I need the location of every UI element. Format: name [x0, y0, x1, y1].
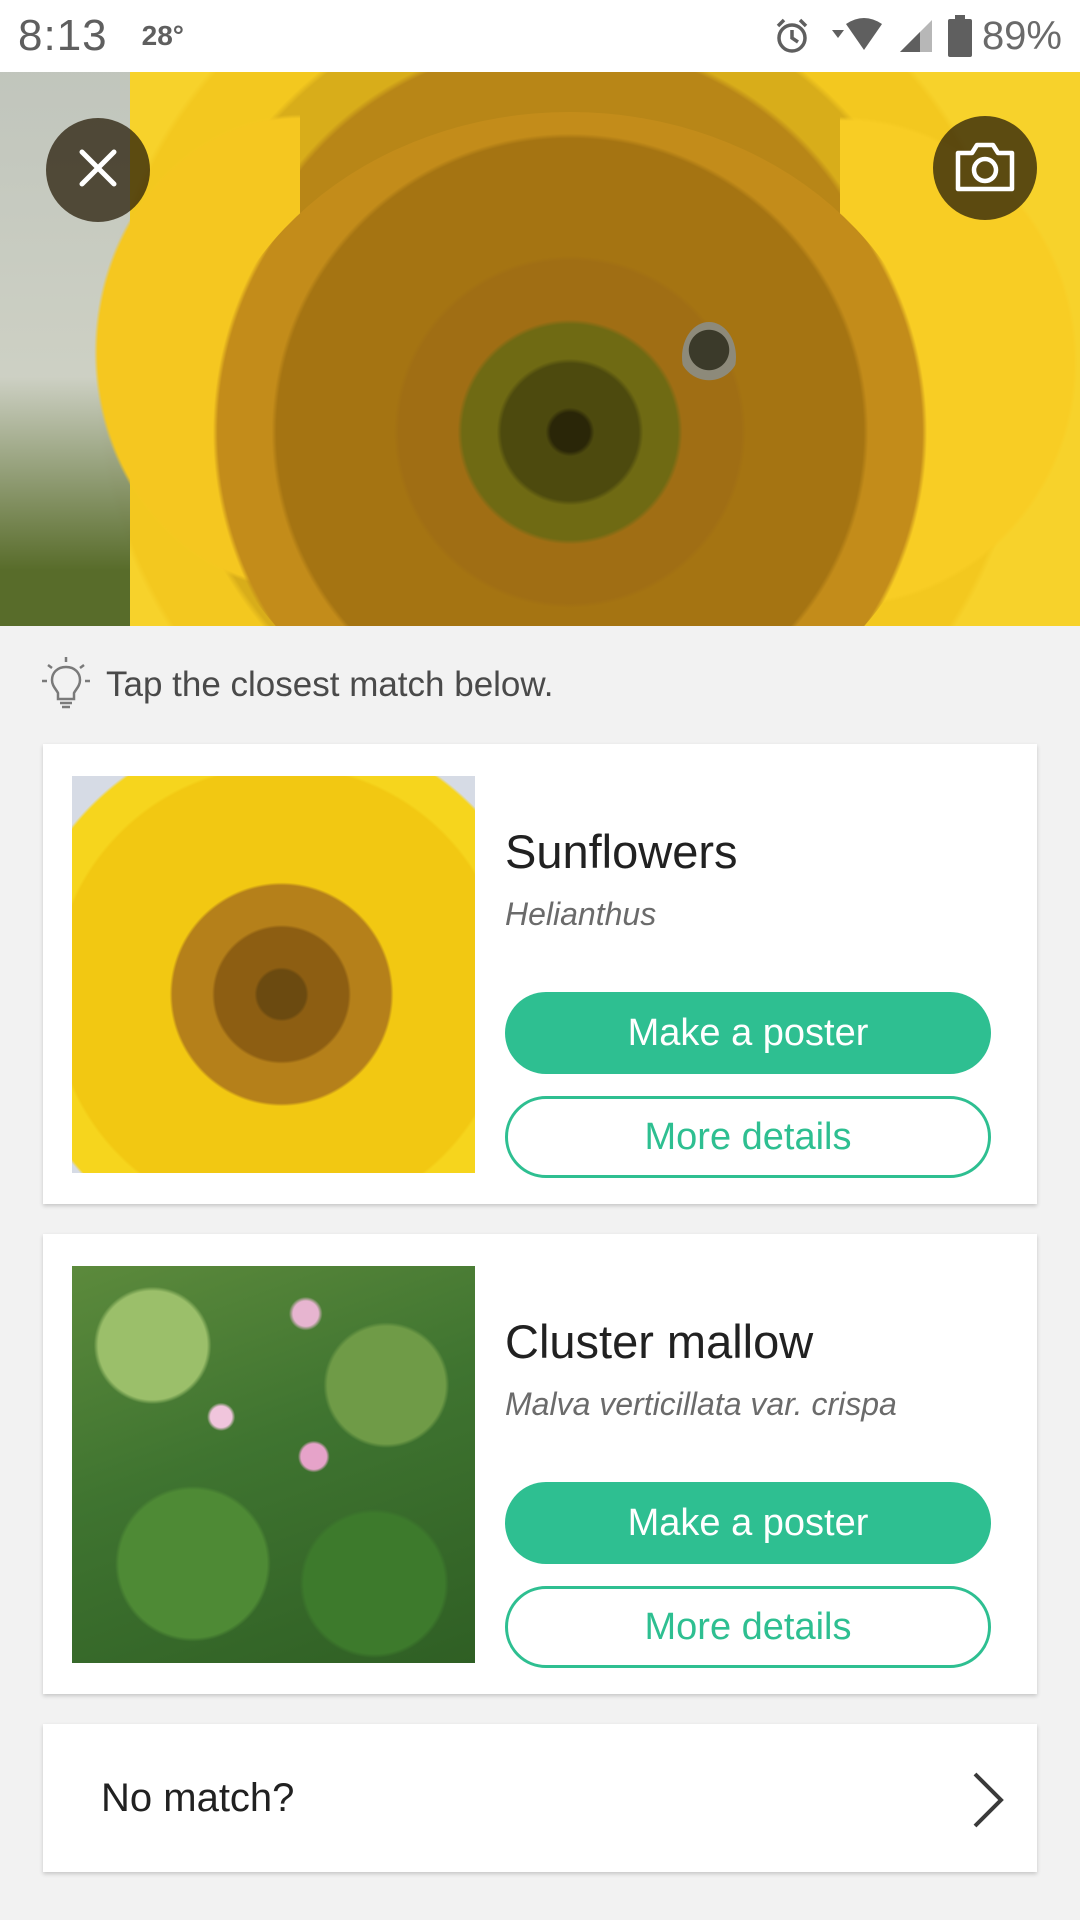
status-temperature: 28° [141, 20, 184, 51]
match-card-sunflowers[interactable]: Sunflowers Helianthus Make a poster More… [43, 744, 1037, 1204]
camera-icon [954, 139, 1016, 198]
match-thumbnail [72, 776, 475, 1173]
match-scientific-name: Malva verticillata var. crispa [505, 1386, 897, 1422]
make-poster-button[interactable]: Make a poster [505, 1482, 991, 1564]
no-match-row[interactable]: No match? [43, 1724, 1037, 1872]
more-details-button[interactable]: More details [505, 1586, 991, 1668]
more-details-button[interactable]: More details [505, 1096, 991, 1178]
camera-button[interactable] [933, 116, 1037, 220]
photo-flower-disk [200, 112, 940, 626]
battery-percentage: 89% [981, 13, 1062, 58]
lightbulb-icon [42, 655, 90, 716]
signal-icon [896, 16, 936, 56]
match-common-name: Cluster mallow [505, 1315, 814, 1368]
close-button[interactable] [46, 118, 150, 222]
wifi-icon [824, 16, 884, 56]
match-common-name: Sunflowers [505, 825, 738, 878]
match-scientific-name: Helianthus [505, 896, 657, 932]
match-thumbnail [72, 1266, 475, 1663]
close-icon [74, 144, 122, 197]
hint-text: Tap the closest match below. [106, 665, 554, 704]
status-bar: 8:13 28° 89% [0, 0, 1080, 72]
chevron-right-icon [967, 1770, 1007, 1835]
status-time: 8:13 [18, 11, 108, 60]
battery-icon [947, 15, 972, 57]
captured-photo [0, 72, 1080, 626]
no-match-label: No match? [101, 1775, 295, 1820]
alarm-icon [772, 16, 812, 56]
photo-bee [682, 322, 736, 392]
match-card-cluster-mallow[interactable]: Cluster mallow Malva verticillata var. c… [43, 1234, 1037, 1694]
hint-row: Tap the closest match below. [0, 626, 1080, 744]
make-poster-button[interactable]: Make a poster [505, 992, 991, 1074]
